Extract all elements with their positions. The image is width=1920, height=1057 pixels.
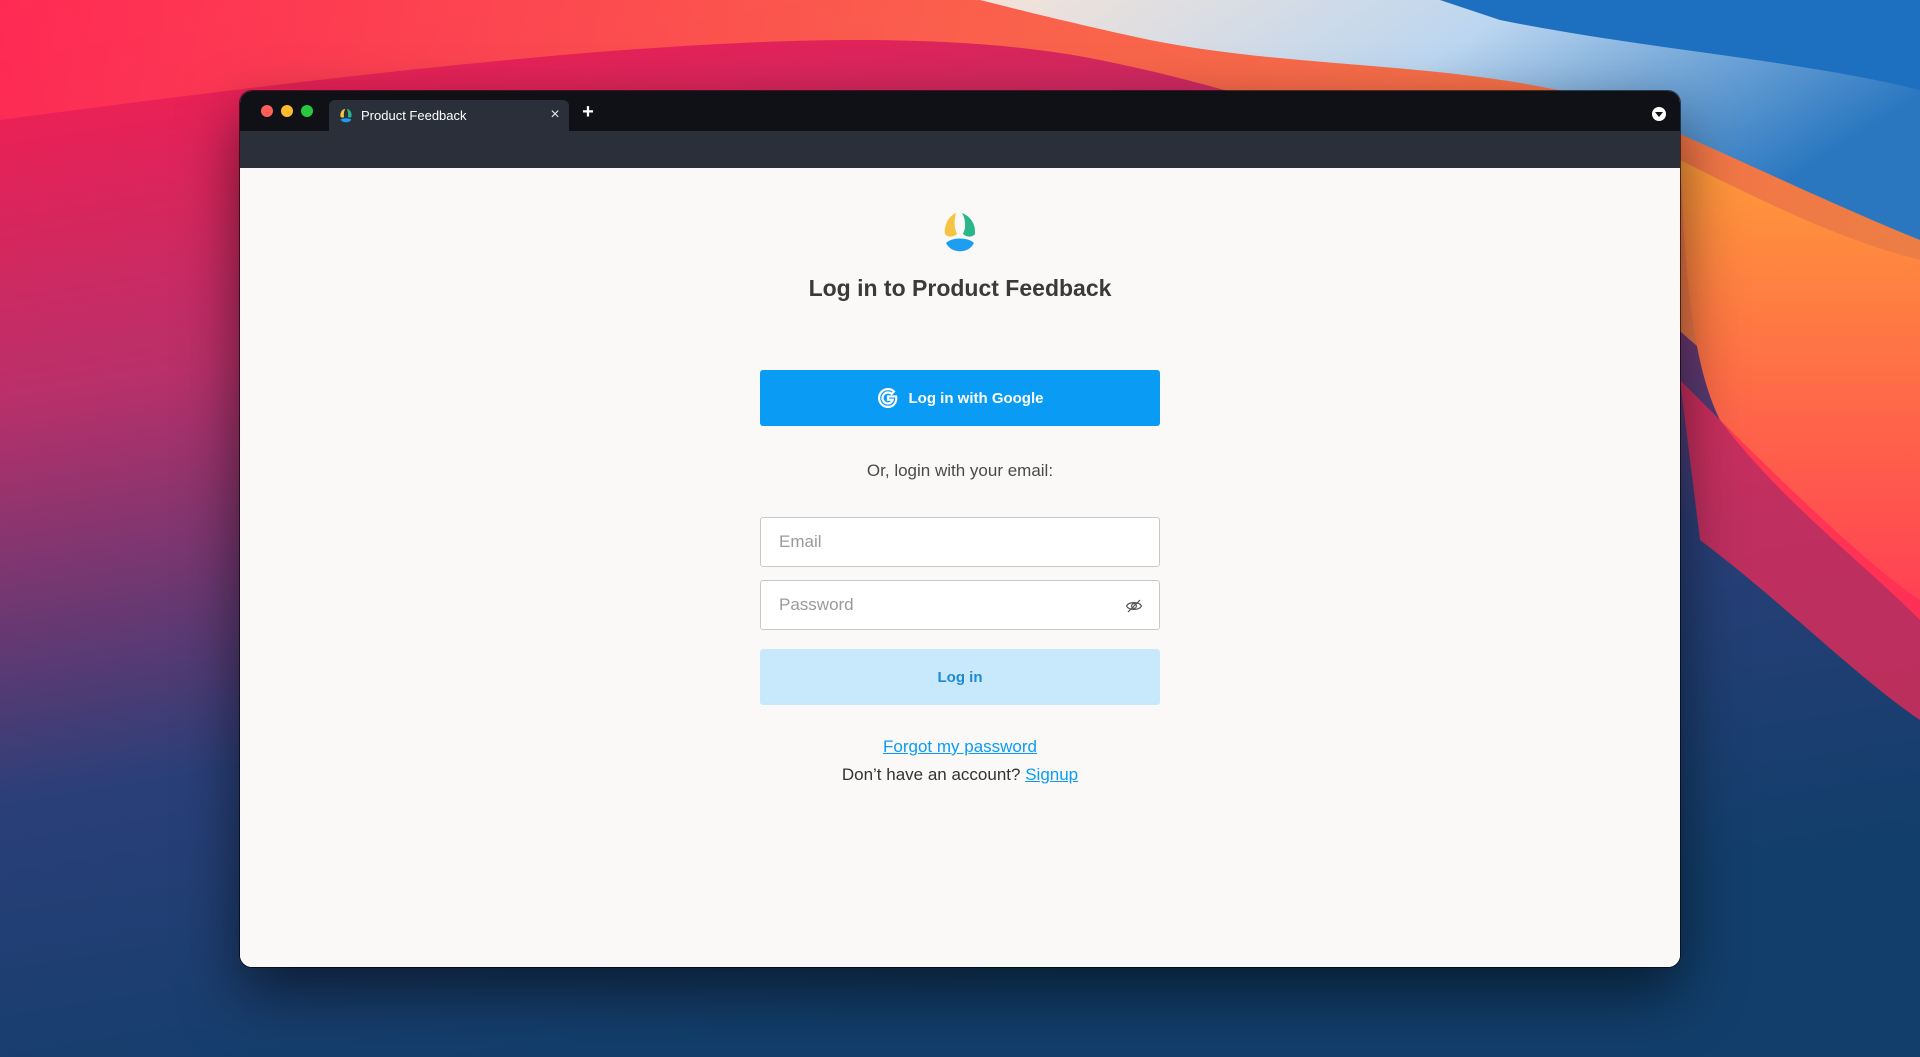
close-icon[interactable]: ×: [547, 107, 563, 123]
window-minimize-button[interactable]: [281, 105, 293, 117]
login-button[interactable]: Log in: [760, 649, 1160, 705]
password-field[interactable]: [761, 581, 1159, 629]
password-field-wrapper: [760, 580, 1160, 630]
no-account-text: Don’t have an account?: [841, 765, 1021, 784]
plus-icon[interactable]: +: [580, 102, 596, 122]
eye-slash-icon[interactable]: [1125, 597, 1143, 615]
email-field[interactable]: [761, 518, 1159, 566]
chevron-down-circle-icon[interactable]: [1652, 107, 1666, 121]
signup-prompt: Don’t have an account? Signup: [240, 765, 1680, 785]
email-field-wrapper: [760, 517, 1160, 567]
window-close-button[interactable]: [261, 105, 273, 117]
browser-titlebar: Product Feedback × +: [240, 91, 1680, 131]
page-content: Log in to Product Feedback Log in with G…: [240, 168, 1680, 967]
page-title: Log in to Product Feedback: [808, 275, 1112, 301]
google-login-button[interactable]: Log in with Google: [760, 370, 1160, 426]
product-feedback-logo: [944, 213, 976, 252]
signup-link[interactable]: Signup: [1025, 765, 1078, 784]
forgot-password-container: Forgot my password: [240, 737, 1680, 757]
login-button-label: Log in: [937, 668, 983, 686]
or-login-email-text: Or, login with your email:: [866, 461, 1054, 480]
tab-title: Product Feedback: [361, 108, 467, 123]
browser-window: Product Feedback × + Log in to Product F…: [240, 91, 1680, 967]
forgot-password-link[interactable]: Forgot my password: [883, 737, 1037, 756]
window-zoom-button[interactable]: [301, 105, 313, 117]
google-icon: [877, 388, 897, 408]
browser-tab-product-feedback[interactable]: Product Feedback ×: [329, 100, 569, 131]
google-login-label: Log in with Google: [908, 389, 1044, 407]
browser-toolbar: [240, 131, 1680, 168]
product-feedback-logo-icon: [340, 108, 352, 123]
